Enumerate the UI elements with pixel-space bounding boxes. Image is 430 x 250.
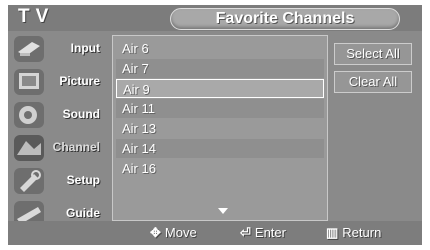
return-hint: ▥ Return — [326, 225, 381, 241]
list-item[interactable]: Air 7 — [116, 59, 324, 78]
list-item[interactable]: Air 13 — [116, 119, 324, 138]
sidebar-item-channel[interactable]: Channel — [12, 134, 102, 162]
favorite-channel-list: Air 6 Air 7 Air 9 Air 11 Air 13 Air 14 A… — [112, 35, 328, 221]
list-item[interactable]: Air 16 — [116, 159, 324, 178]
tv-label: TV — [18, 6, 55, 27]
sidebar-item-label: Input — [70, 41, 100, 55]
top-bar: TV Favorite Channels — [8, 5, 422, 31]
list-item[interactable]: Air 11 — [116, 99, 324, 118]
enter-icon: ⏎ — [240, 225, 251, 240]
bottom-hint-bar: ✥ Move ⏎ Enter ▥ Return — [8, 221, 422, 245]
clear-all-button[interactable]: Clear All — [334, 71, 412, 93]
sidebar-item-picture[interactable]: Picture — [12, 68, 102, 96]
list-item[interactable]: Air 6 — [116, 39, 324, 58]
list-item-highlighted[interactable]: Air 9 — [116, 79, 324, 98]
return-icon: ▥ — [326, 225, 339, 240]
sidebar-item-setup[interactable]: Setup — [12, 167, 102, 195]
sidebar-item-label: Sound — [62, 107, 100, 121]
sidebar-item-label: Guide — [65, 206, 100, 220]
sidebar: Input Picture Sound Channel Setup Guide — [8, 35, 106, 245]
move-arrows-icon: ✥ — [150, 225, 161, 240]
sidebar-item-label: Channel — [52, 140, 100, 154]
page-title: Favorite Channels — [215, 10, 355, 27]
channel-icon — [14, 135, 44, 161]
return-hint-label: Return — [342, 225, 382, 240]
picture-icon — [14, 69, 44, 95]
setup-icon — [14, 168, 44, 194]
sidebar-item-label: Setup — [66, 173, 100, 187]
select-all-button[interactable]: Select All — [334, 43, 412, 65]
menu-title-pill: Favorite Channels — [170, 8, 400, 30]
enter-hint: ⏎ Enter — [240, 225, 286, 241]
sidebar-item-input[interactable]: Input — [12, 35, 102, 63]
input-icon — [14, 36, 44, 62]
scroll-down-arrow-icon[interactable] — [218, 208, 228, 214]
tv-menu-screen: TV Favorite Channels Input Picture Sound — [8, 5, 422, 245]
sidebar-item-sound[interactable]: Sound — [12, 101, 102, 129]
enter-hint-label: Enter — [254, 225, 286, 240]
list-item[interactable]: Air 14 — [116, 139, 324, 158]
sound-icon — [14, 102, 44, 128]
move-hint-label: Move — [164, 225, 197, 240]
sidebar-item-label: Picture — [59, 74, 100, 88]
move-hint: ✥ Move — [150, 225, 197, 241]
